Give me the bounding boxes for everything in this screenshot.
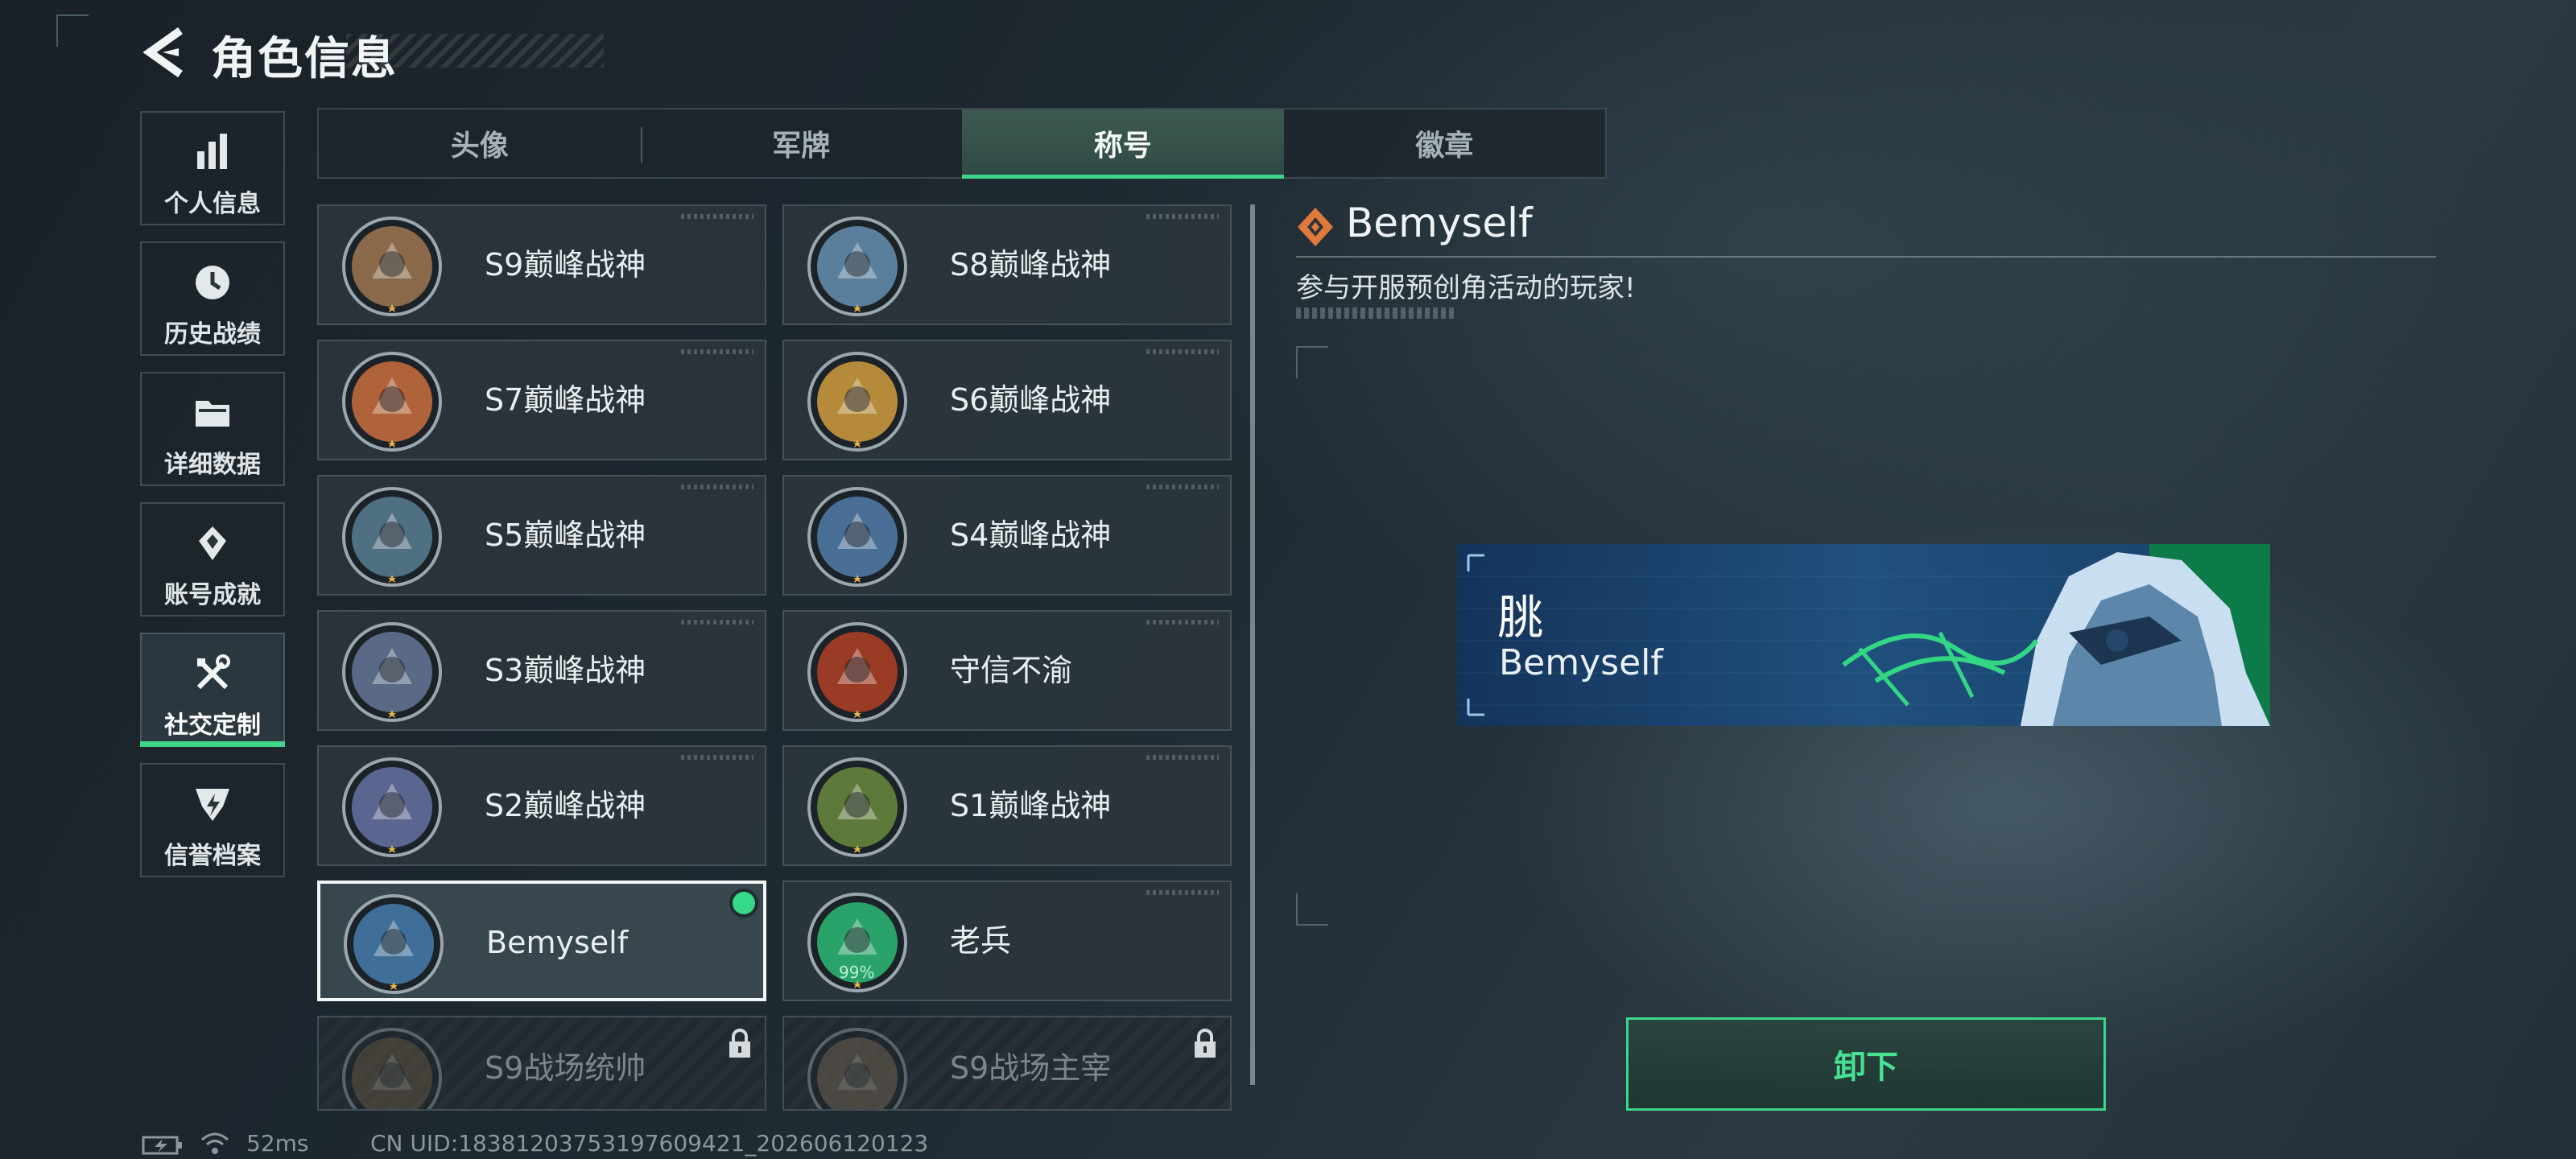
card-decoration	[681, 620, 753, 625]
explosion-emblem-icon	[807, 1028, 907, 1109]
title-card[interactable]: Bemyself	[317, 881, 766, 1001]
frame-corner	[1296, 893, 1328, 926]
soldier-signature-emblem-icon	[344, 894, 444, 994]
tools-icon	[196, 654, 230, 690]
sidebar-item-social[interactable]: 社交定制	[140, 633, 285, 747]
globe-emblem-icon	[342, 622, 442, 722]
battery-icon	[142, 1136, 182, 1155]
back-arrow-icon[interactable]	[138, 24, 187, 80]
card-decoration	[1146, 620, 1219, 625]
sidebar-item-label: 详细数据	[164, 451, 261, 479]
weapon-emblem-icon	[342, 352, 442, 452]
title-card-name: 守信不渝	[950, 653, 1073, 688]
frame-corner	[1296, 346, 1328, 378]
striped-shield-emblem-icon	[807, 217, 907, 316]
network-latency: 52ms	[246, 1130, 309, 1157]
title-card-name: S5巅峰战神	[485, 518, 646, 553]
banner-character: 朓	[1497, 590, 1545, 645]
sidebar-item-history[interactable]: 历史战绩	[140, 241, 285, 356]
title-card[interactable]: S9战场主宰	[782, 1016, 1232, 1111]
credit-shield-icon	[196, 789, 229, 821]
detail-decoration	[1296, 307, 1457, 319]
night-vision-helmet-emblem-icon	[807, 487, 907, 587]
title-card[interactable]: 99% 老兵	[782, 881, 1232, 1001]
sidebar-item-label: 个人信息	[164, 190, 261, 218]
title-card-name: S8巅峰战神	[950, 247, 1112, 283]
equipped-indicator-icon	[733, 892, 755, 914]
title-card[interactable]: S9战场统帅	[317, 1016, 766, 1111]
card-decoration	[1146, 755, 1219, 760]
tab-badge[interactable]: 徽章	[1284, 109, 1606, 177]
banner-name: Bemyself	[1499, 642, 1663, 683]
title-card-name: S2巅峰战神	[485, 788, 646, 823]
lock-icon	[1195, 1029, 1216, 1058]
title-card-name: S3巅峰战神	[485, 653, 646, 688]
title-card[interactable]: S6巅峰战神	[782, 340, 1232, 460]
card-decoration	[681, 349, 753, 354]
title-card[interactable]: S8巅峰战神	[782, 204, 1232, 325]
bar-chart-icon	[197, 134, 227, 169]
sidebar-item-credit[interactable]: 信誉档案	[140, 763, 285, 877]
diver-mask-emblem-icon	[342, 487, 442, 587]
crocodile-emblem-icon	[807, 757, 907, 857]
title-card[interactable]: 守信不渝	[782, 610, 1232, 731]
card-decoration	[1146, 485, 1219, 489]
title-card-name: 老兵	[950, 923, 1012, 959]
title-card-name: S9巅峰战神	[485, 247, 646, 283]
sidebar-item-profile[interactable]: 个人信息	[140, 111, 285, 225]
title-card[interactable]: S4巅峰战神	[782, 475, 1232, 596]
title-progress: 99%	[839, 963, 875, 982]
detail-description: 参与开服预创角活动的玩家!	[1296, 272, 1636, 304]
tab-avatar[interactable]: 头像	[319, 109, 641, 177]
sidebar-item-label: 账号成就	[164, 581, 261, 609]
card-decoration	[1146, 349, 1219, 354]
achievement-icon	[199, 526, 226, 560]
lock-icon	[729, 1029, 750, 1058]
sidebar-item-label: 信誉档案	[164, 842, 261, 870]
sidebar-item-details[interactable]: 详细数据	[140, 372, 285, 486]
title-card[interactable]: S9巅峰战神	[317, 204, 766, 325]
title-card-name: S9战场主宰	[950, 1050, 1112, 1086]
title-card-name: S9战场统帅	[485, 1050, 646, 1086]
title-card[interactable]: S1巅峰战神	[782, 745, 1232, 866]
scales-emblem-icon	[807, 622, 907, 722]
title-card[interactable]: S5巅峰战神	[317, 475, 766, 596]
title-card-name: S1巅峰战神	[950, 788, 1112, 823]
history-clock-icon	[196, 266, 229, 299]
folder-icon	[196, 401, 229, 427]
frame-corner	[56, 14, 89, 47]
title-card[interactable]: S3巅峰战神	[317, 610, 766, 731]
title-decoration	[346, 34, 604, 68]
title-diamond-icon	[1298, 208, 1333, 246]
detail-divider	[1296, 256, 2436, 258]
title-banner-preview	[1457, 544, 2270, 726]
title-card-name: S7巅峰战神	[485, 382, 646, 418]
card-decoration	[1146, 214, 1219, 219]
tab-dogtag[interactable]: 军牌	[640, 109, 963, 177]
user-uid: CN UID:18381203753197609421_202606120123	[370, 1130, 929, 1157]
card-decoration	[681, 214, 753, 219]
unequip-button[interactable]: 卸下	[1626, 1017, 2106, 1111]
title-card-name: Bemyself	[486, 925, 629, 960]
title-card[interactable]: S7巅峰战神	[317, 340, 766, 460]
card-decoration	[681, 755, 753, 760]
fortress-emblem-icon	[342, 217, 442, 316]
tank-emblem-icon	[342, 1028, 442, 1109]
card-decoration	[1146, 890, 1219, 895]
title-card-name: S6巅峰战神	[950, 382, 1112, 418]
sidebar-item-label: 社交定制	[164, 711, 261, 740]
detail-title-name: Bemyself	[1346, 200, 1533, 246]
sidebar-item-achievements[interactable]: 账号成就	[140, 502, 285, 617]
card-decoration	[681, 485, 753, 489]
scrollbar[interactable]	[1250, 204, 1255, 1085]
title-card[interactable]: S2巅峰战神	[317, 745, 766, 866]
wifi-icon	[201, 1132, 229, 1154]
tab-title[interactable]: 称号	[962, 109, 1284, 179]
gold-t-emblem-icon	[807, 352, 907, 452]
tab-bar: 头像 军牌 称号 徽章	[317, 108, 1607, 179]
title-card-name: S4巅峰战神	[950, 518, 1112, 553]
hazard-emblem-icon	[342, 757, 442, 857]
sidebar-item-label: 历史战绩	[164, 320, 261, 349]
soldier-illustration	[1457, 544, 2270, 726]
